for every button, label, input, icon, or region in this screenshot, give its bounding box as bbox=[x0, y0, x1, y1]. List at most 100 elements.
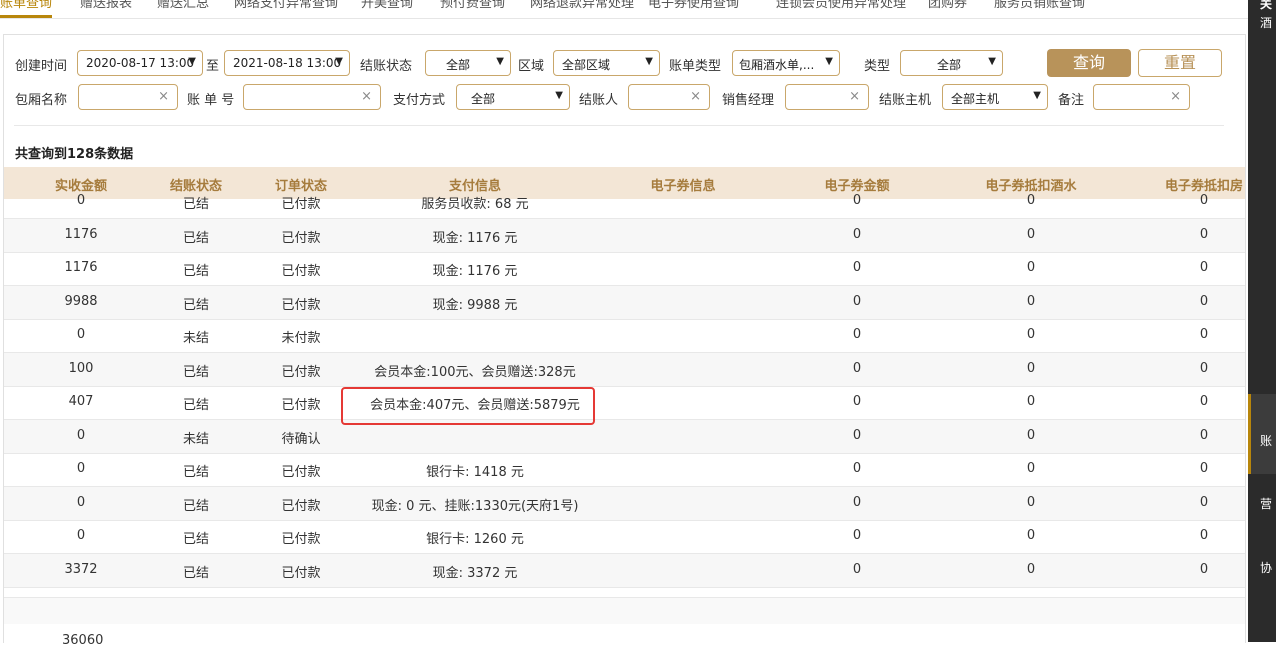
cell-payment-info: 银行卡: 1260 元 bbox=[426, 532, 524, 547]
cell-order-status: 已付款 bbox=[281, 398, 321, 413]
cell-settle-status: 已结 bbox=[182, 297, 210, 313]
sidebar-item-hotel[interactable]: 酒 bbox=[1260, 14, 1272, 31]
cell-ecoupon-room: 0 bbox=[1199, 494, 1209, 510]
cell-ecoupon-room: 0 bbox=[1199, 260, 1209, 275]
cell-settle-status: 已结 bbox=[182, 398, 210, 413]
table-row[interactable]: 0 已结 已付款 银行卡: 1260 元 0 0 0 bbox=[4, 520, 1245, 554]
tab-groupon[interactable]: 团购券 bbox=[928, 0, 967, 11]
cell-payment-info: 服务员收款: 68 元 bbox=[421, 197, 529, 212]
cell-ecoupon-drinks: 0 bbox=[1026, 226, 1036, 242]
end-time-value: 2021-08-18 13:00 bbox=[233, 56, 342, 70]
remark-input[interactable]: × bbox=[1093, 84, 1190, 110]
cell-order-status: 未付款 bbox=[281, 331, 321, 346]
chevron-down-icon: ▼ bbox=[645, 56, 653, 67]
cell-ecoupon-room: 0 bbox=[1199, 360, 1209, 376]
cell-ecoupon-drinks: 0 bbox=[1026, 327, 1036, 342]
table-footer bbox=[4, 597, 1245, 624]
cell-payment-info: 现金: 1176 元 bbox=[432, 264, 518, 279]
table-row[interactable]: 0 未结 未付款 0 0 0 bbox=[4, 319, 1245, 353]
bill-type-label: 账单类型 bbox=[669, 59, 722, 74]
cell-order-status: 已付款 bbox=[281, 565, 321, 581]
cell-payment-info: 现金: 3372 元 bbox=[432, 565, 518, 581]
cell-actual-amount: 1176 bbox=[64, 260, 98, 275]
table-row[interactable]: 1176 已结 已付款 现金: 1176 元 0 0 0 bbox=[4, 218, 1245, 253]
table-row[interactable]: 0 已结 已付款 银行卡: 1418 元 0 0 0 bbox=[4, 453, 1245, 487]
highlight-box bbox=[341, 387, 595, 425]
cell-ecoupon-drinks: 0 bbox=[1026, 260, 1036, 275]
tab-bill-query[interactable]: 账单查询 bbox=[0, 0, 52, 11]
table-row[interactable]: 0 已结 已付款 现金: 0 元、挂账:1330元(天府1号) 0 0 0 bbox=[4, 486, 1245, 521]
cell-ecoupon-room: 0 bbox=[1199, 327, 1209, 342]
cell-order-status: 已付款 bbox=[281, 498, 321, 514]
pay-method-value: 全部 bbox=[471, 92, 496, 106]
table-row[interactable]: 407 已结 已付款 会员本金:407元、会员赠送:5879元 0 0 0 bbox=[4, 386, 1245, 420]
cell-settle-status: 已结 bbox=[182, 197, 210, 212]
cell-ecoupon-amount: 0 bbox=[852, 327, 862, 342]
chevron-down-icon: ▼ bbox=[825, 56, 833, 67]
bill-no-input[interactable]: × bbox=[243, 84, 381, 110]
sales-manager-input[interactable]: × bbox=[785, 84, 869, 110]
table-row[interactable]: 9988 已结 已付款 现金: 9988 元 0 0 0 bbox=[4, 285, 1245, 320]
cell-ecoupon-room: 0 bbox=[1199, 226, 1209, 242]
area-select[interactable]: 全部区域 ▼ bbox=[553, 50, 660, 76]
tab-waiter-writeoff[interactable]: 服务员销账查询 bbox=[994, 0, 1085, 11]
type-select[interactable]: 全部 ▼ bbox=[900, 50, 1003, 76]
host-select[interactable]: 全部主机 ▼ bbox=[942, 84, 1048, 110]
cell-ecoupon-drinks: 0 bbox=[1026, 360, 1036, 376]
table-row[interactable]: 0 已结 已付款 服务员收款: 68 元 0 0 0 bbox=[4, 185, 1245, 219]
reset-button[interactable]: 重置 bbox=[1138, 49, 1222, 77]
bill-type-value: 包厢酒水单,... bbox=[739, 58, 815, 72]
chevron-down-icon: ▼ bbox=[188, 56, 196, 67]
start-time-select[interactable]: 2020-08-17 13:00 ▼ bbox=[77, 50, 203, 76]
cell-ecoupon-amount: 0 bbox=[852, 561, 862, 577]
table-row[interactable]: 3372 已结 已付款 现金: 3372 元 0 0 0 bbox=[4, 553, 1245, 588]
sidebar-selected-bar bbox=[1248, 394, 1251, 474]
settler-input[interactable]: × bbox=[628, 84, 710, 110]
pay-method-select[interactable]: 全部 ▼ bbox=[456, 84, 570, 110]
cell-ecoupon-drinks: 0 bbox=[1026, 528, 1036, 543]
cell-order-status: 已付款 bbox=[281, 197, 321, 212]
clear-icon[interactable]: × bbox=[1170, 89, 1181, 104]
clear-icon[interactable]: × bbox=[690, 89, 701, 104]
sidebar-item-bill[interactable]: 账 bbox=[1260, 432, 1272, 449]
tab-ecoupon-usage[interactable]: 电子券使用查询 bbox=[648, 0, 739, 11]
tab-netpay-exception[interactable]: 网络支付异常查询 bbox=[234, 0, 338, 11]
tab-gift-report[interactable]: 赠送报表 bbox=[80, 0, 132, 11]
room-name-input[interactable]: × bbox=[78, 84, 178, 110]
pay-method-label: 支付方式 bbox=[393, 93, 446, 108]
area-value: 全部区域 bbox=[562, 58, 611, 72]
cell-ecoupon-room: 0 bbox=[1199, 193, 1209, 208]
query-button[interactable]: 查询 bbox=[1047, 49, 1131, 77]
type-label: 类型 bbox=[864, 59, 891, 74]
table-row[interactable]: 0 未结 待确认 0 0 0 bbox=[4, 419, 1245, 454]
sidebar-item-close[interactable]: 关 bbox=[1260, 0, 1272, 12]
room-name-label: 包厢名称 bbox=[15, 93, 68, 108]
tab-kaimei-query[interactable]: 开美查询 bbox=[361, 0, 413, 11]
end-time-select[interactable]: 2021-08-18 13:00 ▼ bbox=[224, 50, 350, 76]
clear-icon[interactable]: × bbox=[158, 89, 169, 104]
settler-label: 结账人 bbox=[579, 93, 619, 108]
sidebar-item-business[interactable]: 营 bbox=[1260, 495, 1272, 512]
bill-type-select[interactable]: 包厢酒水单,... ▼ bbox=[732, 50, 840, 76]
settle-status-select[interactable]: 全部 ▼ bbox=[425, 50, 511, 76]
tab-refund-exception[interactable]: 网络退款异常处理 bbox=[530, 0, 634, 11]
tab-chain-member-exception[interactable]: 连锁会员使用异常处理 bbox=[776, 0, 906, 11]
cell-settle-status: 已结 bbox=[182, 230, 210, 246]
clear-icon[interactable]: × bbox=[849, 89, 860, 104]
cell-settle-status: 已结 bbox=[182, 264, 210, 279]
cell-ecoupon-amount: 0 bbox=[852, 360, 862, 376]
chevron-down-icon: ▼ bbox=[496, 56, 504, 67]
bill-no-label: 账 单 号 bbox=[187, 93, 235, 108]
cell-ecoupon-room: 0 bbox=[1199, 561, 1209, 577]
top-tab-strip: 账单查询 赠送报表 赠送汇总 网络支付异常查询 开美查询 预付费查询 网络退款异… bbox=[0, 0, 1248, 19]
table-row[interactable]: 100 已结 已付款 会员本金:100元、会员赠送:328元 0 0 0 bbox=[4, 352, 1245, 387]
cell-order-status: 已付款 bbox=[281, 230, 321, 246]
cell-ecoupon-drinks: 0 bbox=[1026, 293, 1036, 309]
table-row[interactable]: 1176 已结 已付款 现金: 1176 元 0 0 0 bbox=[4, 252, 1245, 286]
sidebar-item-assist[interactable]: 协 bbox=[1260, 559, 1272, 576]
cell-settle-status: 已结 bbox=[182, 532, 210, 547]
tab-gift-summary[interactable]: 赠送汇总 bbox=[157, 0, 209, 11]
tab-prepaid-query[interactable]: 预付费查询 bbox=[440, 0, 505, 11]
clear-icon[interactable]: × bbox=[361, 89, 372, 104]
type-value: 全部 bbox=[937, 58, 962, 72]
